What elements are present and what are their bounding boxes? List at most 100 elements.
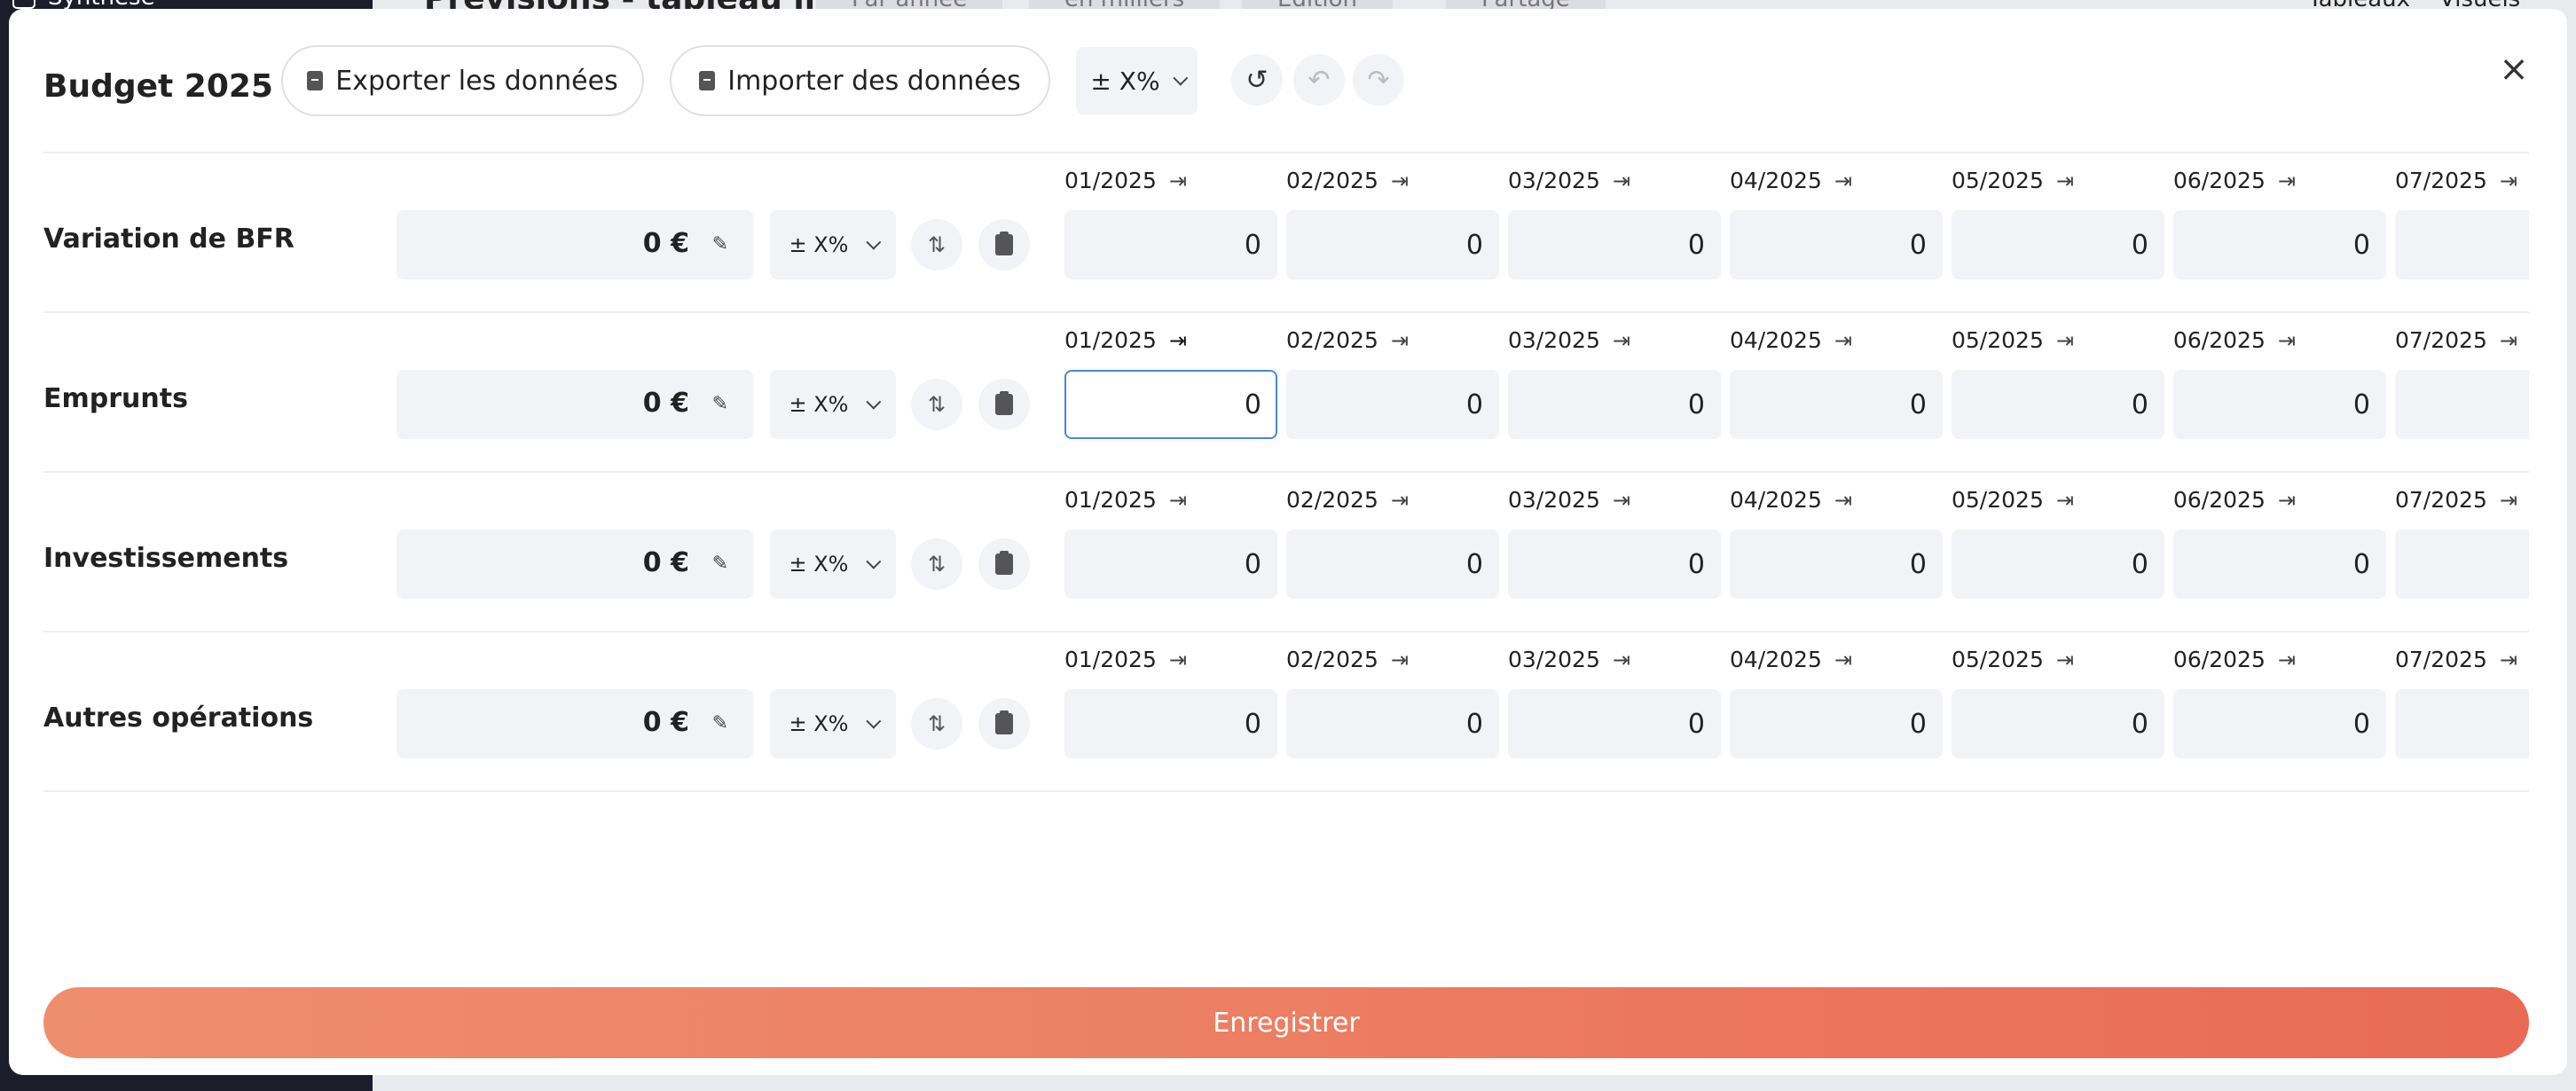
month-value-input[interactable]: 0 xyxy=(2395,370,2529,439)
month-label-text: 05/2025 xyxy=(1952,327,2044,353)
undo-button[interactable]: ↶ xyxy=(1293,54,1345,106)
fill-right-icon[interactable]: ⇥ xyxy=(2278,169,2296,193)
month-value-input[interactable]: 0 xyxy=(1064,530,1277,599)
fill-right-icon[interactable]: ⇥ xyxy=(1613,169,1630,193)
undo-icon: ↶ xyxy=(1308,64,1331,96)
pencil-icon[interactable]: ✎ xyxy=(712,553,728,575)
row-percent-select[interactable]: ± X% xyxy=(770,210,896,279)
pencil-icon[interactable]: ✎ xyxy=(712,393,728,415)
month-label: 01/2025 ⇥ xyxy=(1064,487,1187,513)
month-value-input[interactable]: 0 xyxy=(1730,210,1943,279)
row-sort-button[interactable]: ⇅ xyxy=(911,219,962,271)
fill-right-icon[interactable]: ⇥ xyxy=(1834,488,1852,513)
month-value-input[interactable]: 0 xyxy=(1508,370,1721,439)
month-column: 05/2025 ⇥ 0 xyxy=(1952,632,2164,791)
export-data-button[interactable]: Exporter les données xyxy=(281,45,644,116)
month-label: 03/2025 ⇥ xyxy=(1508,327,1630,353)
month-value-input[interactable]: 0 xyxy=(2173,530,2386,599)
row-sort-button[interactable]: ⇅ xyxy=(911,538,962,590)
fill-right-icon[interactable]: ⇥ xyxy=(1834,328,1852,353)
month-value-input[interactable]: 0 xyxy=(1064,210,1277,279)
row-total-field[interactable]: 0 € ✎ xyxy=(397,689,753,758)
fill-right-icon[interactable]: ⇥ xyxy=(1169,169,1187,193)
fill-right-icon[interactable]: ⇥ xyxy=(1834,169,1852,193)
month-value-input[interactable]: 0 xyxy=(1730,689,1943,758)
row-percent-select[interactable]: ± X% xyxy=(770,689,896,758)
fill-right-icon[interactable]: ⇥ xyxy=(1613,648,1630,672)
month-value-input[interactable]: 0 xyxy=(1508,210,1721,279)
fill-right-icon[interactable]: ⇥ xyxy=(2278,488,2296,513)
pencil-icon[interactable]: ✎ xyxy=(712,233,728,255)
month-label-text: 04/2025 xyxy=(1730,327,1822,353)
month-value-input[interactable]: 0 xyxy=(1952,370,2164,439)
month-value-input[interactable]: 0 xyxy=(1508,530,1721,599)
month-value-input[interactable]: 0 xyxy=(1286,689,1499,758)
fill-right-icon[interactable]: ⇥ xyxy=(2278,328,2296,353)
fill-right-icon[interactable]: ⇥ xyxy=(1169,328,1187,353)
fill-right-icon[interactable]: ⇥ xyxy=(1169,648,1187,672)
month-value-input[interactable]: 0 xyxy=(1952,689,2164,758)
fill-right-icon[interactable]: ⇥ xyxy=(1613,328,1630,353)
fill-right-icon[interactable]: ⇥ xyxy=(1613,488,1630,513)
close-button[interactable]: × xyxy=(2493,48,2535,90)
month-value-input[interactable]: 0 xyxy=(1286,370,1499,439)
row-clipboard-button[interactable] xyxy=(978,219,1030,271)
row-total-value: 0 € xyxy=(642,388,689,419)
month-value-input[interactable]: 0 xyxy=(2173,689,2386,758)
row-sort-button[interactable]: ⇅ xyxy=(911,698,962,750)
history-button[interactable]: ↺ xyxy=(1231,54,1283,106)
month-value-input[interactable]: 0 xyxy=(1064,370,1277,439)
month-value-input[interactable]: 0 xyxy=(2173,370,2386,439)
month-value-input[interactable]: 0 xyxy=(1730,530,1943,599)
row-total-field[interactable]: 0 € ✎ xyxy=(397,210,753,279)
month-value-input[interactable]: 0 xyxy=(1730,370,1943,439)
import-data-button[interactable]: Importer des données xyxy=(670,45,1050,116)
month-value-input[interactable]: 0 xyxy=(1508,689,1721,758)
fill-right-icon[interactable]: ⇥ xyxy=(2056,488,2074,513)
month-value-input[interactable]: 0 xyxy=(1286,530,1499,599)
fill-right-icon[interactable]: ⇥ xyxy=(1391,328,1409,353)
fill-right-icon[interactable]: ⇥ xyxy=(2056,648,2074,672)
month-value-input[interactable]: 0 xyxy=(1064,689,1277,758)
month-label: 06/2025 ⇥ xyxy=(2173,168,2296,193)
row-percent-select[interactable]: ± X% xyxy=(770,370,896,439)
fill-right-icon[interactable]: ⇥ xyxy=(1169,488,1187,513)
modal-header: Budget 2025 Exporter les données Importe… xyxy=(9,9,2567,161)
fill-right-icon[interactable]: ⇥ xyxy=(1391,648,1409,672)
fill-right-icon[interactable]: ⇥ xyxy=(2500,328,2517,353)
fill-right-icon[interactable]: ⇥ xyxy=(1391,169,1409,193)
fill-right-icon[interactable]: ⇥ xyxy=(2500,648,2517,672)
pencil-icon[interactable]: ✎ xyxy=(712,712,728,734)
row-clipboard-button[interactable] xyxy=(978,379,1030,430)
fill-right-icon[interactable]: ⇥ xyxy=(2500,488,2517,513)
redo-button[interactable]: ↷ xyxy=(1353,54,1404,106)
month-label: 07/2025 ⇥ xyxy=(2395,487,2517,513)
fill-right-icon[interactable]: ⇥ xyxy=(2056,169,2074,193)
fill-right-icon[interactable]: ⇥ xyxy=(1391,488,1409,513)
row-clipboard-button[interactable] xyxy=(978,538,1030,590)
row-clipboard-button[interactable] xyxy=(978,698,1030,750)
fill-right-icon[interactable]: ⇥ xyxy=(2056,328,2074,353)
month-value-input[interactable]: 0 xyxy=(2173,210,2386,279)
row-percent-select[interactable]: ± X% xyxy=(770,530,896,599)
percent-variation-select[interactable]: ± X% xyxy=(1076,47,1198,114)
month-value-input[interactable]: 0 xyxy=(1286,210,1499,279)
month-value-input[interactable]: 0 xyxy=(2395,689,2529,758)
month-value-input[interactable]: 0 xyxy=(2395,210,2529,279)
month-value-input[interactable]: 0 xyxy=(1952,210,2164,279)
month-label: 02/2025 ⇥ xyxy=(1286,647,1409,672)
month-label: 07/2025 ⇥ xyxy=(2395,647,2517,672)
month-label: 01/2025 ⇥ xyxy=(1064,647,1187,672)
month-value-input[interactable]: 0 xyxy=(2395,530,2529,599)
save-button[interactable]: Enregistrer xyxy=(43,987,2529,1058)
month-label-text: 07/2025 xyxy=(2395,327,2487,353)
month-value-input[interactable]: 0 xyxy=(1952,530,2164,599)
month-label-text: 02/2025 xyxy=(1286,487,1378,513)
fill-right-icon[interactable]: ⇥ xyxy=(2500,169,2517,193)
sort-arrows-icon: ⇅ xyxy=(927,232,946,257)
row-total-field[interactable]: 0 € ✎ xyxy=(397,530,753,599)
fill-right-icon[interactable]: ⇥ xyxy=(2278,648,2296,672)
fill-right-icon[interactable]: ⇥ xyxy=(1834,648,1852,672)
row-total-field[interactable]: 0 € ✎ xyxy=(397,370,753,439)
row-sort-button[interactable]: ⇅ xyxy=(911,379,962,430)
